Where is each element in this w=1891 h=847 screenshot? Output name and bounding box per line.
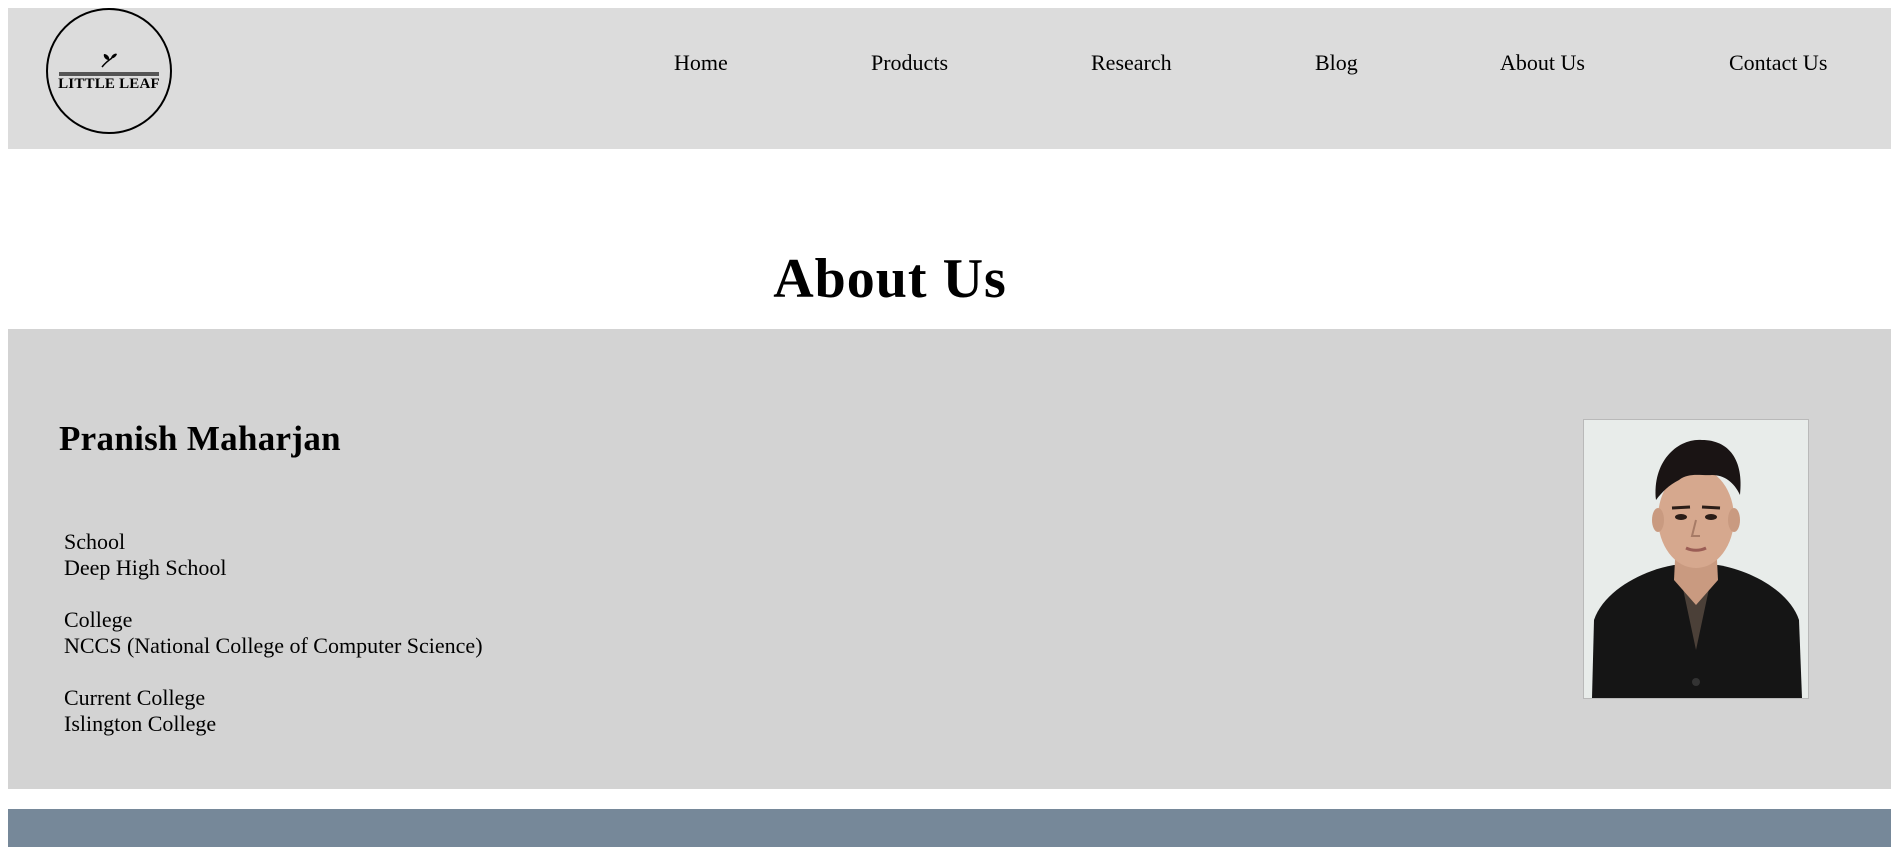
education-label: Current College: [64, 685, 206, 710]
page-title: About Us: [773, 248, 1007, 310]
profile-photo: [1583, 419, 1809, 699]
person-name: Pranish Maharjan: [59, 419, 341, 458]
portrait-photo-icon: [1584, 420, 1808, 698]
nav-contact-us[interactable]: Contact Us: [1729, 50, 1827, 76]
profile-section: Pranish Maharjan School Deep High School…: [8, 329, 1891, 789]
nav-products[interactable]: Products: [871, 50, 948, 76]
nav-links: Home Products Research Blog About Us Con…: [8, 50, 1891, 90]
education-item: School Deep High School: [64, 529, 483, 581]
footer: [8, 809, 1891, 847]
education-item: Current College Islington College: [64, 685, 483, 737]
nav-home[interactable]: Home: [674, 50, 728, 76]
education-label: College: [64, 607, 133, 632]
nav-blog[interactable]: Blog: [1315, 50, 1358, 76]
navbar: LITTLE LEAF Home Products Research Blog …: [8, 8, 1891, 149]
education-value: Deep High School: [64, 555, 227, 580]
education-item: College NCCS (National College of Comput…: [64, 607, 483, 659]
education-value: Islington College: [64, 711, 217, 736]
education-label: School: [64, 529, 126, 554]
nav-about-us[interactable]: About Us: [1500, 50, 1585, 76]
education-value: NCCS (National College of Computer Scien…: [64, 633, 483, 658]
nav-research[interactable]: Research: [1091, 50, 1172, 76]
education-list: School Deep High School College NCCS (Na…: [64, 529, 483, 763]
page: LITTLE LEAF Home Products Research Blog …: [0, 0, 1891, 847]
